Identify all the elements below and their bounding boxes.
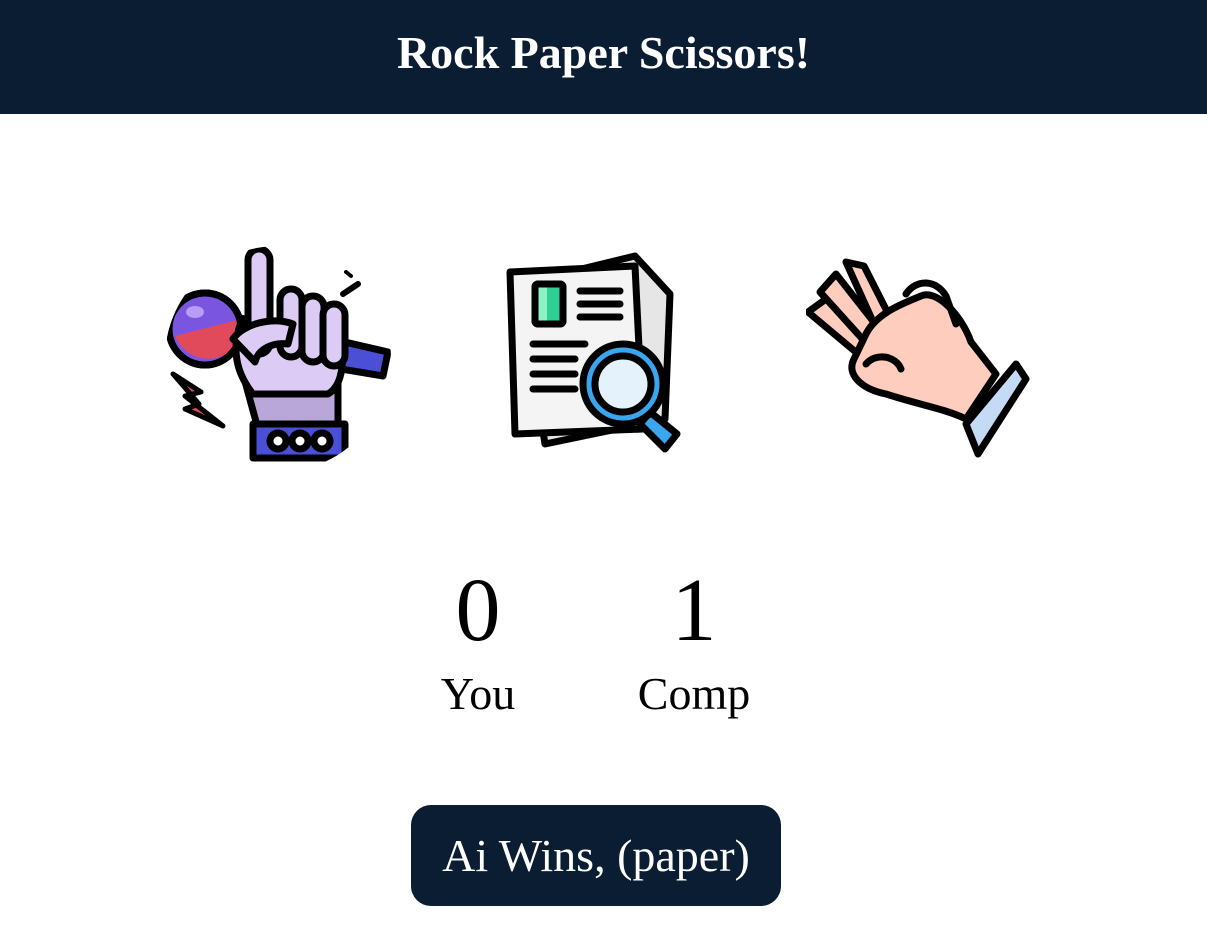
rock-choice[interactable]	[163, 244, 393, 474]
paper-choice[interactable]	[485, 244, 715, 474]
page-title: Rock Paper Scissors!	[396, 27, 811, 78]
user-score-box: 0 You	[388, 566, 568, 717]
user-score-value: 0	[455, 561, 501, 660]
comp-score-box: 1 Comp	[604, 566, 784, 717]
user-score-label: You	[440, 668, 516, 719]
result-text: Ai Wins, (paper)	[442, 830, 750, 881]
comp-score-label: Comp	[637, 668, 751, 719]
navbar: Rock Paper Scissors!	[0, 0, 1207, 114]
scissors-peace-hand-icon	[806, 258, 1030, 458]
paper-document-magnifier-icon	[506, 252, 681, 453]
comp-score-value: 1	[671, 561, 717, 660]
scissors-choice[interactable]	[806, 244, 1036, 474]
rock-hand-microphone-icon	[165, 246, 391, 462]
result-message: Ai Wins, (paper)	[411, 805, 781, 906]
